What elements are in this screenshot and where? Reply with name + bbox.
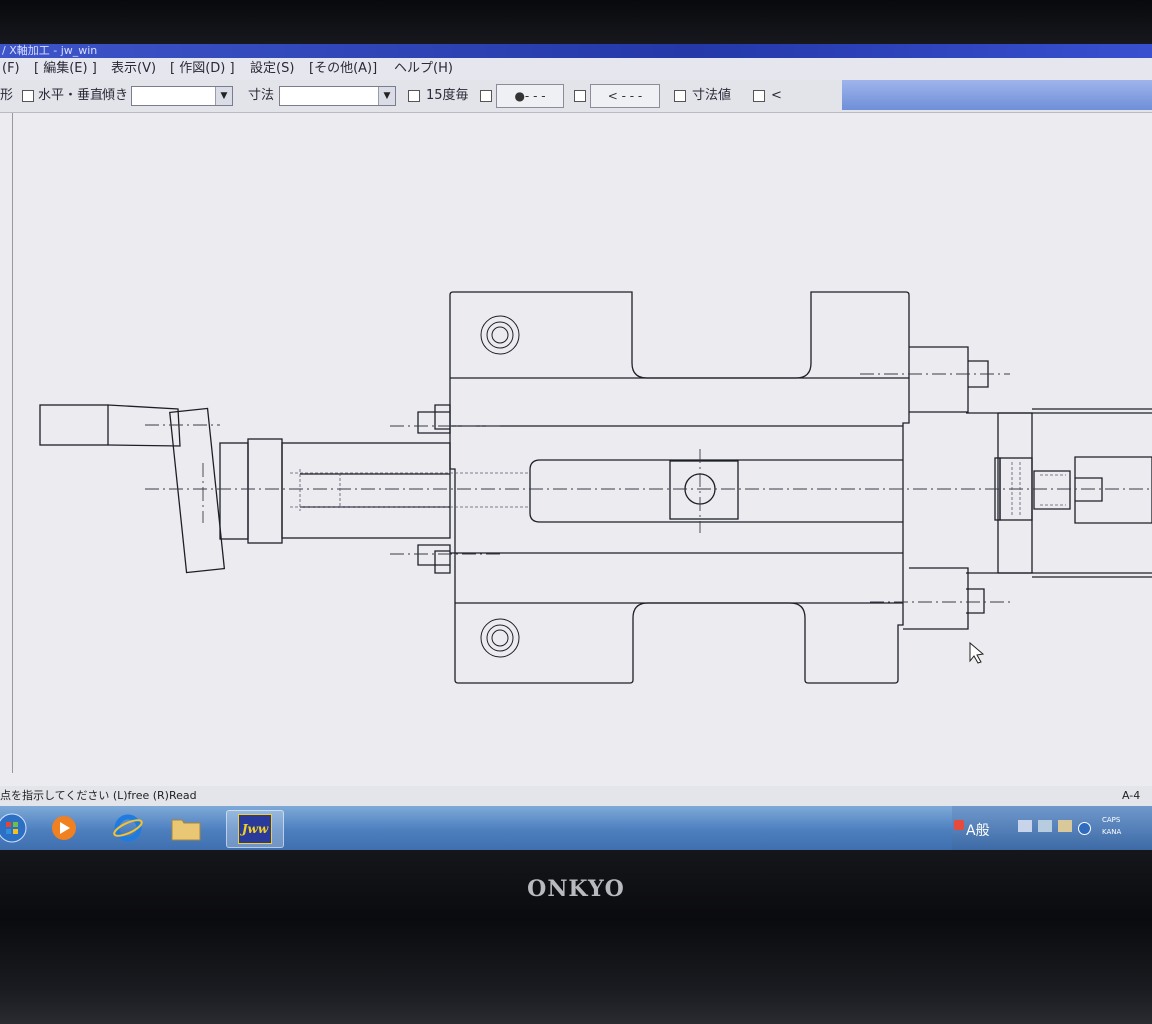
ime-indicator[interactable]: A般 — [966, 820, 990, 840]
help-icon[interactable] — [1078, 822, 1091, 835]
window-title: / X軸加工 - jw_win — [2, 44, 98, 57]
status-prompt: 点を指示してください (L)free (R)Read — [0, 789, 197, 802]
deg15-label: 15度毎 — [426, 88, 469, 103]
shape-label: 形 — [0, 88, 14, 103]
media-player-button[interactable] — [44, 810, 84, 846]
taskbar: Jww A般 CAPS KANA — [0, 806, 1152, 850]
dimension-label: 寸法 — [248, 88, 275, 103]
line-style-button-2[interactable]: < - - - — [590, 84, 660, 108]
chevron-down-icon[interactable]: ▼ — [378, 87, 395, 105]
kana-indicator: KANA — [1102, 828, 1122, 836]
explorer-button[interactable] — [166, 810, 206, 846]
sheet-size[interactable]: A-4 — [1122, 786, 1140, 806]
window-titlebar[interactable]: / X軸加工 - jw_win — [0, 44, 1152, 58]
tray-icon-2[interactable] — [1038, 820, 1052, 832]
deg15-checkbox[interactable] — [408, 90, 420, 102]
line-style-button-1[interactable]: ●- - - — [496, 84, 564, 108]
windows-start-icon — [0, 813, 27, 843]
menu-edit[interactable]: [ 編集(E) ] — [34, 58, 97, 80]
jww-app-label: Jww — [241, 822, 269, 836]
menu-file[interactable]: (F) — [2, 58, 20, 80]
tray-icon-3[interactable] — [1058, 820, 1072, 832]
chevron-down-icon[interactable]: ▼ — [215, 87, 232, 105]
menu-bar: (F) [ 編集(E) ] 表示(V) [ 作図(D) ] 設定(S) [その他… — [0, 58, 1152, 81]
start-button[interactable] — [0, 810, 32, 846]
internet-explorer-icon — [113, 814, 143, 842]
cad-drawing — [39, 291, 1152, 684]
jww-app-icon: Jww — [238, 814, 272, 844]
tilt-combo[interactable]: ▼ — [131, 86, 233, 106]
jww-taskbar-button[interactable]: Jww — [226, 810, 284, 848]
tray-icon-1[interactable] — [1018, 820, 1032, 832]
drawing-canvas[interactable] — [0, 113, 1152, 797]
brand-logo: ONKYO — [527, 876, 625, 902]
dimension-combo[interactable]: ▼ — [279, 86, 396, 106]
canvas-left-ruler — [12, 113, 13, 773]
horiz-vert-checkbox[interactable] — [22, 90, 34, 102]
line-style-checkbox-1[interactable] — [480, 90, 492, 102]
menu-help[interactable]: ヘルプ(H) — [394, 58, 453, 80]
last-label: < — [771, 88, 782, 103]
menu-other[interactable]: [その他(A)] — [309, 58, 377, 80]
media-player-icon — [52, 816, 76, 840]
menu-view[interactable]: 表示(V) — [111, 58, 156, 80]
caps-indicator: CAPS — [1102, 816, 1121, 824]
tilt-label: 傾き — [102, 88, 129, 103]
ie-button[interactable] — [108, 810, 148, 846]
tray-app-icon[interactable] — [954, 820, 964, 830]
last-checkbox[interactable] — [753, 90, 765, 102]
system-tray: A般 CAPS KANA — [952, 806, 1152, 850]
menu-draw[interactable]: [ 作図(D) ] — [170, 58, 235, 80]
folder-icon — [171, 819, 201, 841]
screen: / X軸加工 - jw_win (F) [ 編集(E) ] 表示(V) [ 作図… — [0, 44, 1152, 850]
dim-value-label: 寸法値 — [692, 88, 732, 103]
line-style-checkbox-2[interactable] — [574, 90, 586, 102]
monitor-bezel-top — [0, 0, 1152, 44]
status-bar: 点を指示してください (L)free (R)Read A-4 — [0, 786, 1152, 806]
toolbar-blank-area — [842, 80, 1152, 110]
dim-value-checkbox[interactable] — [674, 90, 686, 102]
horiz-vert-label: 水平・垂直 — [38, 88, 104, 103]
menu-settings[interactable]: 設定(S) — [250, 58, 294, 80]
